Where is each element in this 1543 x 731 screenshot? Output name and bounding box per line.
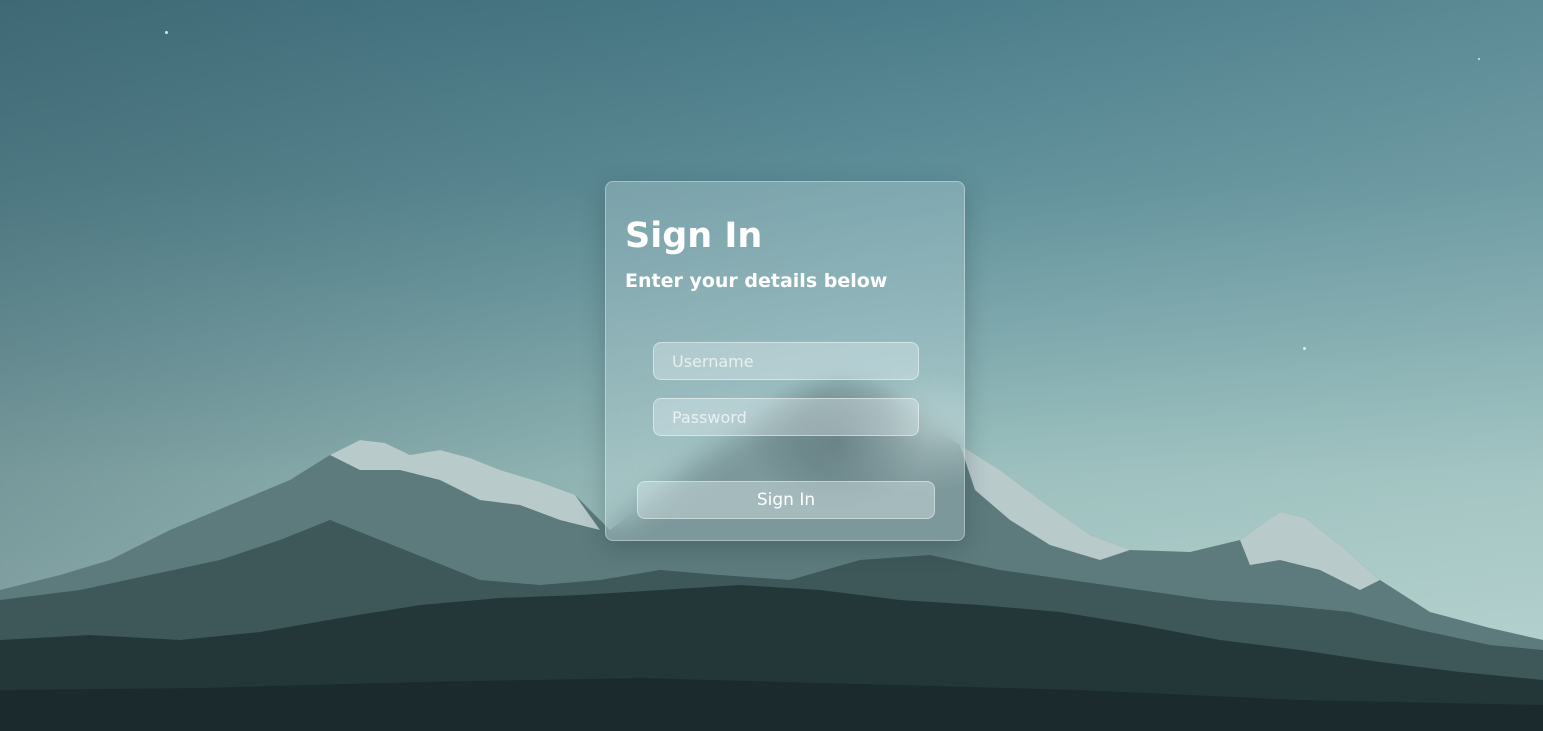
star-dot — [1478, 58, 1480, 60]
login-card: Sign In Enter your details below Sign In — [605, 181, 965, 541]
username-input[interactable] — [653, 342, 919, 380]
background-scene: Sign In Enter your details below Sign In — [0, 0, 1543, 731]
star-dot — [165, 31, 168, 34]
login-title: Sign In — [625, 216, 763, 256]
login-subtitle: Enter your details below — [625, 270, 888, 292]
password-input[interactable] — [653, 398, 919, 436]
star-dot — [1303, 347, 1306, 350]
sign-in-button[interactable]: Sign In — [637, 481, 935, 519]
